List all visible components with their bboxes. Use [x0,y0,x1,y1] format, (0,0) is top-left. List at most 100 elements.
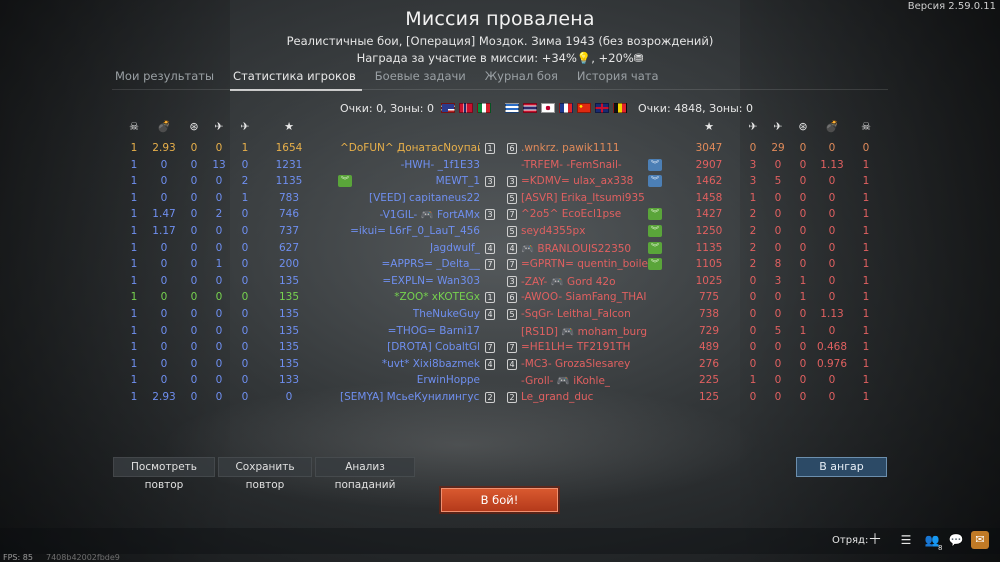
enemy-stat-cell: 1250 [695,225,723,237]
squad-chevron-icon: ︾ [648,258,662,271]
enemy-stat-cell: 738 [698,308,720,320]
enemy-stat-cell: 225 [698,374,720,387]
belgium-flag [613,103,627,113]
enemy-player-row[interactable]: 1458 1 0 0 0 1 [ASVR] Erika_Itsumi935 5 [0,191,1000,207]
enemy-stat-cell: 1427 [695,208,723,221]
vehicle-rank-badge: 3 [507,176,517,188]
enemy-player-row[interactable]: 1025 0 3 1 0 1 -ZAY- 🎮 Gord 42o 3 [0,274,1000,290]
squad-chevron-icon: ︾ [648,225,662,237]
tab-chat-history[interactable]: История чата [574,66,665,91]
enemy-player-row[interactable]: 1135 2 0 0 0 1 🎮 BRANLOUIS22350 4 ︾ [0,241,1000,257]
squad-chevron-icon: ︾ [648,208,662,221]
japan-flag [541,103,555,113]
ally-col-star-icon: ★ [284,120,294,133]
tab-battle-tasks[interactable]: Боевые задачи [372,66,472,91]
enemy-player-row[interactable]: 225 1 0 0 0 1 -Groll- 🎮 iKohle_ [0,373,1000,389]
enemy-player-row[interactable]: 489 0 0 0 0.468 1 =HE1LH= TF2191TH 7 [0,340,1000,356]
enemy-player-row[interactable]: 276 0 0 0 0.976 1 -MC3- GrozaSlesarey 4 [0,357,1000,373]
enemy-stat-cell: 775 [698,291,720,304]
enemy-player-row[interactable]: 1105 2 8 0 0 1 =GPRTN= quentin_boileau 7 ︾ [0,257,1000,273]
enemy-player-name: -SqGr- Leithal_Falcon [521,308,631,320]
enemy-col-ground-target-icon: ⊛ [798,120,808,133]
italy-flag [477,103,491,113]
ally-col-air-kill-icon: ✈ [214,120,224,133]
hit-analysis-button[interactable]: Анализ попаданий [315,457,415,491]
squad-chevron-icon: ︾ [648,241,662,254]
add-squad-member-icon[interactable]: ＋ [866,531,884,549]
enemy-stat-cell: 1462 [695,175,723,188]
enemy-stat-cell: 1 [862,175,870,188]
enemy-stat-cell: 2907 [695,158,723,171]
squad-label: Отряд: [832,535,869,546]
enemy-col-air-kill-icon: ✈ [773,120,783,133]
enemy-stat-cell: 489 [698,341,720,354]
enemy-stat-cell: 1135 [695,241,723,254]
enemy-col-skull-icon: ☠ [861,120,871,133]
debriefing-tabs: Мои результаты Статистика игроков Боевые… [112,66,675,91]
norway-flag [459,103,473,113]
fps-counter: FPS: 85 [3,553,33,562]
enemy-stat-cell: 1 [862,308,870,320]
vehicle-rank-badge: 4 [507,358,517,370]
enemy-player-name: =KDMV= ulax_ax338 [521,175,634,188]
tab-my-results[interactable]: Мои результаты [112,66,220,91]
enemy-player-name: -MC3- GrozaSlesarey [521,357,631,370]
enemy-stat-cell: 276 [698,357,720,370]
to-hangar-button[interactable]: В ангар [796,457,887,477]
enemy-player-name: 🎮 BRANLOUIS22350 [521,242,632,255]
vehicle-rank-badge: 4 [507,242,517,254]
squad-chevron-icon: ︾ [648,175,662,188]
enemy-score: Очки: 4848, Зоны: 0 [638,102,754,115]
enemy-player-row[interactable]: 3047 0 29 0 0 0 .wnkrz. pawik1111 6 [0,141,1000,157]
enemy-player-row[interactable]: 729 0 5 1 0 1 [RS1D] 🎮 moham_burg [0,324,1000,340]
mission-result-title: Миссия провалена [405,8,595,30]
enemy-stat-cell: 1 [862,258,870,271]
china-flag [577,103,591,113]
enemy-stat-cell: 3047 [695,142,723,154]
mission-subtitle: Реалистичные бои, [Операция] Моздок. Зим… [286,34,714,48]
list-icon[interactable]: ☰ [897,531,915,549]
enemy-player-row[interactable]: 1250 2 0 0 0 1 seyd4355px 5 ︾ [0,224,1000,240]
team-score-bar: Очки: 0, Зоны: 0 Очки: 4848, Зоны: 0 [0,101,1000,119]
enemy-player-name: seyd4355px [521,225,586,237]
enemy-stat-cell: 1105 [695,258,723,271]
enemy-player-row[interactable]: 738 0 0 0 1.13 1 -SqGr- Leithal_Falcon 5 [0,307,1000,323]
enemy-player-row[interactable]: 1427 2 0 0 0 1 ^2o5^ EcoEcl1pse 7 ︾ [0,207,1000,223]
ally-score: Очки: 0, Зоны: 0 [339,102,434,115]
enemy-stat-cell: 1 [862,158,870,171]
enemy-player-name: [ASVR] Erika_Itsumi935 [521,191,645,204]
greece-flag [505,103,519,113]
watch-replay-button[interactable]: Посмотреть повтор [113,457,215,491]
enemy-player-row[interactable]: 775 0 0 1 0 1 -AWOO- SiamFang_THAI 6 [0,290,1000,306]
enemy-player-row[interactable]: 1462 3 5 0 0 1 =KDMV= ulax_ax338 3 ︾ [0,174,1000,190]
vehicle-rank-badge: 3 [507,275,517,287]
enemy-player-name: -TRFEM- -FemSnail- [521,158,622,171]
ally-nation-flags [441,103,491,113]
mission-header: Миссия провалена Реалистичные бои, [Опер… [0,8,1000,65]
ally-col-bomb-icon: 💣 [157,120,171,133]
tab-battle-log[interactable]: Журнал боя [482,66,564,91]
enemy-player-row[interactable]: 125 0 0 0 0 1 Le_grand_duc 2 [0,390,1000,406]
enemy-player-name: ^2o5^ EcoEcl1pse [521,208,622,221]
ally-col-plane-icon: ✈ [240,120,250,133]
tab-player-stats[interactable]: Статистика игроков [230,66,362,91]
build-hash: 7408b42002fbde9 [46,553,120,562]
squad-chevron-icon: ︾ [648,158,662,171]
enemy-stat-cell: 1458 [695,191,723,204]
to-battle-button[interactable]: В бой! [441,488,558,512]
ally-col-ground-target-icon: ⊛ [189,120,199,133]
enemy-player-row[interactable]: 2907 3 0 0 1.13 1 -TRFEM- -FemSnail- ︾ [0,158,1000,174]
mail-icon[interactable]: ✉ [971,531,989,549]
enemy-stat-cell: 1 [862,357,870,370]
enemy-stat-cell: 1 [862,191,870,204]
enemy-player-name: =GPRTN= quentin_boileau [521,258,656,271]
enemy-stat-cell: 1 [862,391,870,403]
thailand-flag [523,103,537,113]
enemy-stat-cell: 1 [862,241,870,254]
save-replay-button[interactable]: Сохранить повтор [218,457,312,491]
tab-divider [112,89,888,90]
france-flag [559,103,573,113]
enemy-stat-cell: 0 [862,142,870,154]
chat-icon[interactable]: 💬 [947,531,965,549]
enemy-stat-cell: 1 [862,291,870,304]
